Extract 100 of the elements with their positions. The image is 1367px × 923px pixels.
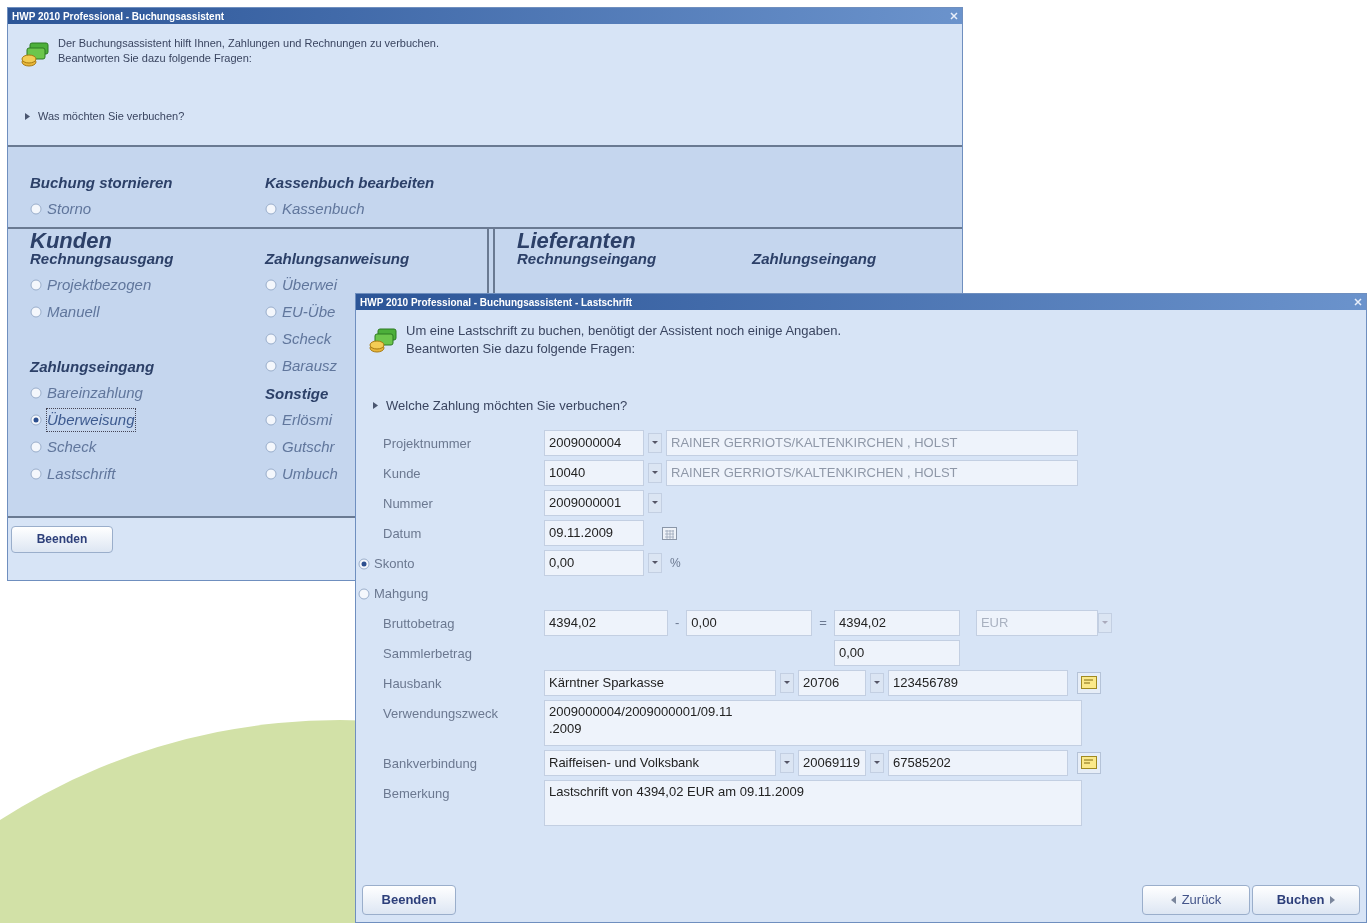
caret-icon <box>874 681 880 684</box>
input-field[interactable]: 4394,02 <box>544 609 668 636</box>
group-heading: Zahlungseingang <box>30 356 155 377</box>
close-icon[interactable] <box>950 12 958 20</box>
radio-button[interactable] <box>265 279 277 291</box>
field-label[interactable]: Mahgung <box>374 583 429 604</box>
input-field[interactable]: 67585202 <box>888 749 1068 776</box>
radio-button[interactable] <box>358 587 370 600</box>
dropdown-button[interactable] <box>780 752 794 773</box>
text-area[interactable]: 2009000004/2009000001/09.11 .2009 <box>544 699 1082 746</box>
note-icon <box>1081 756 1097 769</box>
panel-title: Kunden <box>30 230 113 251</box>
radio-button[interactable] <box>30 414 42 426</box>
radio-button[interactable] <box>265 414 277 426</box>
text-line: 2009000004/2009000001/09.11 <box>549 702 734 720</box>
group-heading: Kassenbuch bearbeiten <box>265 172 435 193</box>
input-field[interactable]: 0,00 <box>686 609 813 636</box>
note-icon <box>1081 676 1097 689</box>
group-heading: Zahlungsanweisung <box>265 248 410 269</box>
field-label: Projektnummer <box>383 434 472 453</box>
field-label: Sammlerbetrag <box>383 644 472 663</box>
caret-icon <box>1101 621 1108 624</box>
radio-button[interactable] <box>358 557 370 570</box>
intro-text: Um eine Lastschrift zu buchen, benötigt der Assistent noch einige Angaben. <box>406 322 842 340</box>
radio-button[interactable] <box>30 441 42 453</box>
dropdown-button[interactable] <box>870 752 884 773</box>
radio-button[interactable] <box>265 203 277 215</box>
group-heading: Rechnungsausgang <box>30 248 174 269</box>
card-button[interactable] <box>1077 751 1101 774</box>
group-heading: Sonstige <box>265 383 329 404</box>
field-label: Nummer <box>383 494 433 513</box>
input-field[interactable]: 0,00 <box>544 549 644 576</box>
card-button[interactable] <box>1077 671 1101 694</box>
intro-text: Der Buchungsassistent hilft Ihnen, Zahlungen und Rechnungen zu verbuchen. <box>58 36 439 51</box>
money-icon <box>20 40 50 68</box>
group-heading: Buchung stornieren <box>30 172 173 193</box>
close-button[interactable]: Beenden <box>362 885 456 915</box>
field-label[interactable]: Skonto <box>374 553 415 574</box>
unit-label: % <box>670 554 681 572</box>
dropdown-button[interactable] <box>648 432 662 453</box>
minus-sign: - <box>674 613 681 632</box>
group-heading: Zahlungseingang <box>752 248 877 269</box>
caret-icon <box>652 471 658 474</box>
option-label[interactable]: Überweisung <box>47 408 135 432</box>
radio-button[interactable] <box>265 441 277 453</box>
panel-title: Lieferanten <box>517 230 637 251</box>
input-field[interactable]: 2009000001 <box>544 489 644 516</box>
back-button[interactable]: Zurück <box>1142 885 1250 915</box>
field-label: Bemerkung <box>383 784 450 803</box>
input-field[interactable]: 2009000004 <box>544 429 644 456</box>
input-field[interactable]: 123456789 <box>888 669 1068 696</box>
field-label: Hausbank <box>383 674 442 693</box>
triangle-icon <box>372 401 378 411</box>
close-icon[interactable] <box>1354 298 1362 306</box>
close-button[interactable]: Beenden <box>11 525 113 553</box>
field-label: Bankverbindung <box>383 754 477 773</box>
right-triangle-icon <box>1330 896 1336 904</box>
radio-button[interactable] <box>30 279 42 291</box>
window-title: HWP 2010 Professional - Buchungsassistent - Lastschrift <box>360 295 633 310</box>
triangle-icon <box>24 111 30 121</box>
radio-button[interactable] <box>265 333 277 345</box>
caret-icon <box>784 761 790 764</box>
dropdown-button[interactable] <box>870 672 884 693</box>
text-line: .2009 <box>549 719 583 737</box>
calendar-icon[interactable] <box>662 525 677 540</box>
radio-button[interactable] <box>30 203 42 215</box>
input-field[interactable]: Raiffeisen- und Volksbank <box>544 749 776 776</box>
intro-text: Beantworten Sie dazu folgende Fragen: <box>406 340 637 358</box>
input-field[interactable]: 0,00 <box>834 639 960 666</box>
radio-button[interactable] <box>265 306 277 318</box>
dropdown-button[interactable] <box>648 492 662 513</box>
radio-button[interactable] <box>30 387 42 399</box>
date-field[interactable]: 09.11.2009 <box>544 519 644 546</box>
caret-icon <box>652 501 658 504</box>
caret-icon <box>652 441 658 444</box>
dropdown-button[interactable] <box>648 552 662 573</box>
input-field[interactable]: 20706 <box>798 669 866 696</box>
caret-icon <box>784 681 790 684</box>
text-area[interactable]: Lastschrift von 4394,02 EUR am 09.11.2009 <box>544 779 1082 826</box>
input-field[interactable]: Kärntner Sparkasse <box>544 669 776 696</box>
intro-text: Beantworten Sie dazu folgende Fragen: <box>58 51 253 66</box>
group-heading: Rechnungseingang <box>517 248 657 269</box>
question-text: Was möchten Sie verbuchen? <box>38 109 185 124</box>
caret-icon <box>652 561 658 564</box>
next-button[interactable]: Buchen <box>1252 885 1360 915</box>
input-field[interactable]: 20069119 <box>798 749 866 776</box>
field-label: Verwendungszweck <box>383 704 498 723</box>
field-label: Datum <box>383 524 422 543</box>
input-field[interactable]: 4394,02 <box>833 609 960 636</box>
radio-button[interactable] <box>30 468 42 480</box>
radio-button[interactable] <box>265 360 277 372</box>
field-label: Kunde <box>383 464 421 483</box>
caret-icon <box>874 761 880 764</box>
dropdown-button[interactable] <box>780 672 794 693</box>
money-icon <box>368 326 398 354</box>
dropdown-button[interactable] <box>648 462 662 483</box>
radio-button[interactable] <box>30 306 42 318</box>
radio-button[interactable] <box>265 468 277 480</box>
input-field[interactable]: 10040 <box>544 459 644 486</box>
field-label: Bruttobetrag <box>383 614 455 633</box>
